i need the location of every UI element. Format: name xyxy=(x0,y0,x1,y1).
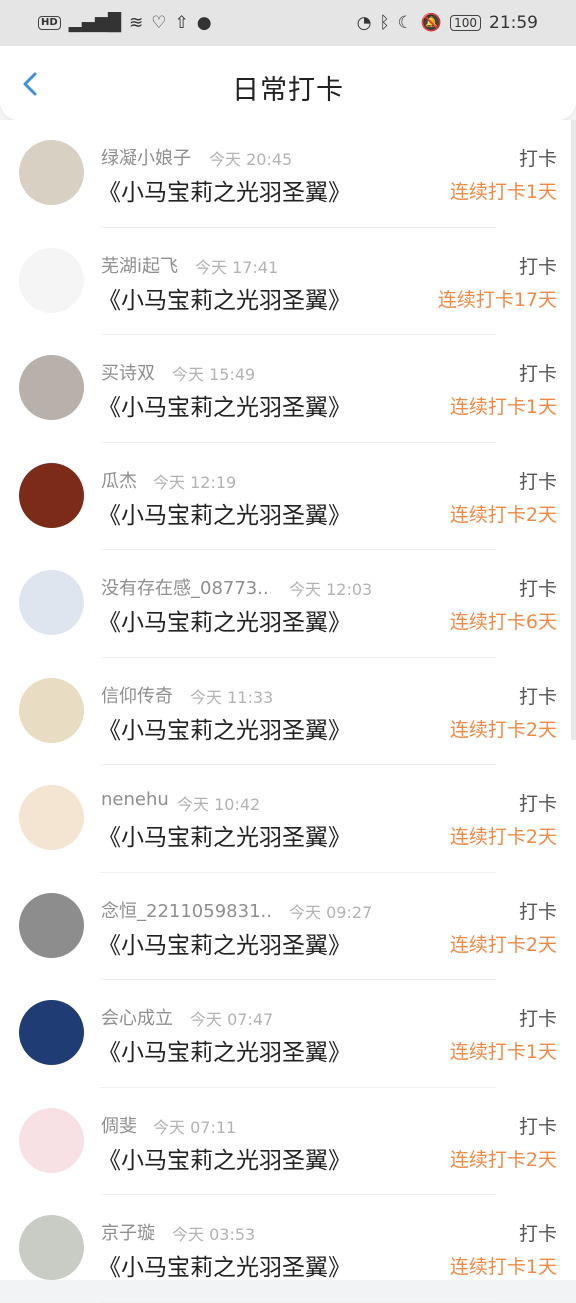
streak-text: 连续打卡1天 xyxy=(449,1041,557,1063)
user-name[interactable]: 芜湖i起飞 xyxy=(101,252,178,278)
book-title[interactable]: 《小马宝莉之光羽圣翼》 xyxy=(98,818,351,852)
streak-text: 连续打卡2天 xyxy=(449,1148,557,1171)
status-left: HD ▂▄▆█ ≋ ♡ ⇧ ● xyxy=(38,13,212,33)
list-item[interactable]: 京子璇 今天 03:53 《小马宝莉之光羽圣翼》 打卡 连续打卡1天 xyxy=(0,1195,576,1303)
checkin-button[interactable]: 打卡 xyxy=(519,789,557,816)
avatar[interactable] xyxy=(19,677,84,743)
checkin-button[interactable]: 打卡 xyxy=(519,252,557,279)
list-item[interactable]: 绿凝小娘子 今天 20:45 《小马宝莉之光羽圣翼》 打卡 连续打卡1天 xyxy=(0,120,576,228)
checkin-time: 今天 11:33 xyxy=(190,687,274,707)
checkin-time: 今天 07:47 xyxy=(190,1010,274,1029)
user-name[interactable]: 京子璇 xyxy=(101,1219,155,1245)
avatar[interactable] xyxy=(19,892,84,958)
streak-text: 连续打卡2天 xyxy=(449,718,557,741)
heart-icon: ♡ xyxy=(151,13,167,33)
user-name[interactable]: 会心成立 xyxy=(101,1004,173,1030)
checkin-list: 绿凝小娘子 今天 20:45 《小马宝莉之光羽圣翼》 打卡 连续打卡1天 芜湖i… xyxy=(0,120,576,1303)
book-title[interactable]: 《小马宝莉之光羽圣翼》 xyxy=(98,603,351,637)
book-title[interactable]: 《小马宝莉之光羽圣翼》 xyxy=(98,1033,351,1067)
streak-text: 连续打卡17天 xyxy=(437,288,557,311)
checkin-time: 今天 15:49 xyxy=(172,365,256,384)
book-title[interactable]: 《小马宝莉之光羽圣翼》 xyxy=(98,1141,351,1175)
checkin-button[interactable]: 打卡 xyxy=(519,1004,557,1031)
checkin-button[interactable]: 打卡 xyxy=(519,1112,557,1139)
streak-text: 连续打卡2天 xyxy=(449,503,557,526)
streak-text: 连续打卡1天 xyxy=(449,396,557,418)
avatar[interactable] xyxy=(19,247,84,313)
checkin-time: 今天 17:41 xyxy=(195,257,279,277)
avatar[interactable] xyxy=(19,1107,84,1173)
checkin-time: 今天 12:19 xyxy=(153,472,237,492)
page-title: 日常打卡 xyxy=(232,75,344,106)
wifi-icon: ≋ xyxy=(128,13,144,33)
book-title[interactable]: 《小马宝莉之光羽圣翼》 xyxy=(98,1248,351,1282)
upload-icon: ⇧ xyxy=(174,13,189,33)
avatar[interactable] xyxy=(19,355,84,420)
user-name[interactable]: 瓜杰 xyxy=(101,467,137,493)
streak-text: 连续打卡2天 xyxy=(449,933,557,956)
avatar[interactable] xyxy=(19,462,84,528)
user-name[interactable]: 信仰传奇 xyxy=(101,682,173,708)
checkin-time: 今天 09:27 xyxy=(289,902,373,922)
checkin-button[interactable]: 打卡 xyxy=(519,682,557,709)
checkin-button[interactable]: 打卡 xyxy=(519,1219,557,1246)
streak-text: 连续打卡1天 xyxy=(449,181,557,203)
user-name[interactable]: 没有存在感_08773... xyxy=(101,574,271,600)
checkin-button[interactable]: 打卡 xyxy=(519,144,557,171)
user-name[interactable]: 念恒_2211059831... xyxy=(101,897,271,923)
list-item[interactable]: 倜斐 今天 07:11 《小马宝莉之光羽圣翼》 打卡 连续打卡2天 xyxy=(0,1088,576,1196)
checkin-time: 今天 10:42 xyxy=(177,795,261,814)
list-item[interactable]: 信仰传奇 今天 11:33 《小马宝莉之光羽圣翼》 打卡 连续打卡2天 xyxy=(0,658,576,766)
battery-icon: 100 xyxy=(450,15,481,31)
avatar[interactable] xyxy=(19,140,84,205)
user-name[interactable]: 买诗双 xyxy=(101,359,155,385)
moon-icon: ☾ xyxy=(397,13,413,33)
avatar[interactable] xyxy=(19,785,84,850)
streak-text: 连续打卡1天 xyxy=(449,1256,557,1278)
scrollbar[interactable] xyxy=(571,120,576,740)
status-right: ◔ ᛒ ☾ 🔕 100 21:59 xyxy=(357,13,538,33)
checkin-time: 今天 20:45 xyxy=(209,150,293,169)
list-item[interactable]: 芜湖i起飞 今天 17:41 《小马宝莉之光羽圣翼》 打卡 连续打卡17天 xyxy=(0,228,576,336)
notification-icon: ● xyxy=(196,13,212,33)
bluetooth-icon: ᛒ xyxy=(379,13,390,33)
checkin-button[interactable]: 打卡 xyxy=(519,574,557,601)
streak-text: 连续打卡2天 xyxy=(449,826,557,848)
avatar[interactable] xyxy=(19,570,84,635)
list-item[interactable]: nenehu 今天 10:42 《小马宝莉之光羽圣翼》 打卡 连续打卡2天 xyxy=(0,765,576,873)
checkin-button[interactable]: 打卡 xyxy=(519,359,557,386)
avatar[interactable] xyxy=(19,1000,84,1065)
list-item[interactable]: 会心成立 今天 07:47 《小马宝莉之光羽圣翼》 打卡 连续打卡1天 xyxy=(0,980,576,1088)
list-item[interactable]: 买诗双 今天 15:49 《小马宝莉之光羽圣翼》 打卡 连续打卡1天 xyxy=(0,335,576,443)
streak-text: 连续打卡6天 xyxy=(449,611,557,633)
top-header: 日常打卡 xyxy=(0,46,576,120)
list-item[interactable]: 念恒_2211059831... 今天 09:27 《小马宝莉之光羽圣翼》 打卡… xyxy=(0,873,576,981)
checkin-time: 今天 07:11 xyxy=(153,1117,237,1137)
list-item[interactable]: 没有存在感_08773... 今天 12:03 《小马宝莉之光羽圣翼》 打卡 连… xyxy=(0,550,576,658)
book-title[interactable]: 《小马宝莉之光羽圣翼》 xyxy=(98,281,351,315)
hd-icon: HD xyxy=(38,16,61,30)
status-time: 21:59 xyxy=(489,13,538,33)
list-item[interactable]: 瓜杰 今天 12:19 《小马宝莉之光羽圣翼》 打卡 连续打卡2天 xyxy=(0,443,576,551)
user-name[interactable]: 倜斐 xyxy=(101,1112,137,1138)
checkin-button[interactable]: 打卡 xyxy=(519,467,557,494)
book-title[interactable]: 《小马宝莉之光羽圣翼》 xyxy=(98,496,351,530)
book-title[interactable]: 《小马宝莉之光羽圣翼》 xyxy=(98,173,351,207)
alarm-icon: ◔ xyxy=(356,13,372,33)
status-bar: HD ▂▄▆█ ≋ ♡ ⇧ ● ◔ ᛒ ☾ 🔕 100 21:59 xyxy=(0,0,576,46)
avatar[interactable] xyxy=(19,1215,84,1280)
book-title[interactable]: 《小马宝莉之光羽圣翼》 xyxy=(98,388,351,422)
mute-icon: 🔕 xyxy=(420,13,443,33)
checkin-time: 今天 03:53 xyxy=(172,1225,256,1244)
checkin-button[interactable]: 打卡 xyxy=(519,897,557,924)
book-title[interactable]: 《小马宝莉之光羽圣翼》 xyxy=(98,926,351,960)
signal-icon: ▂▄▆█ xyxy=(68,13,121,33)
checkin-time: 今天 12:03 xyxy=(289,580,373,599)
user-name[interactable]: 绿凝小娘子 xyxy=(101,144,191,170)
book-title[interactable]: 《小马宝莉之光羽圣翼》 xyxy=(98,711,351,745)
user-name[interactable]: nenehu xyxy=(101,789,169,810)
